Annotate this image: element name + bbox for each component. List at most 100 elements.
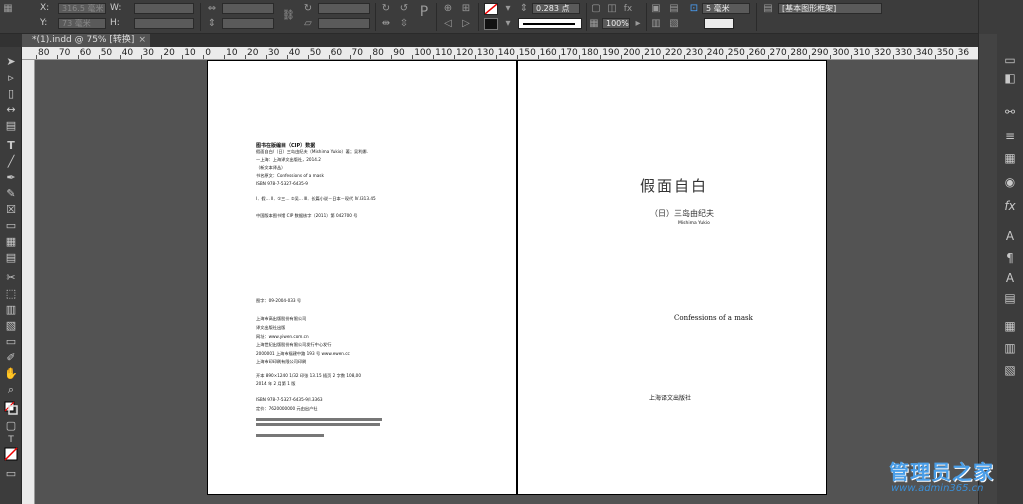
scissors-tool-icon[interactable]: ✂ bbox=[3, 271, 19, 285]
swatches-icon[interactable]: ▦ bbox=[1001, 150, 1019, 166]
rotate-icon[interactable]: ↻ bbox=[302, 3, 314, 15]
ruler-tick bbox=[516, 55, 518, 59]
ruler-tick bbox=[495, 55, 497, 59]
ruler-tick bbox=[913, 55, 915, 59]
vertical-ruler[interactable] bbox=[22, 60, 35, 504]
scale-x-field[interactable] bbox=[222, 3, 274, 14]
formatting-affects-container-icon[interactable]: ▢ bbox=[3, 419, 19, 433]
paragraph-styles-icon[interactable]: ▤ bbox=[1001, 290, 1019, 306]
table-icon[interactable]: ▦ bbox=[1001, 318, 1019, 334]
close-icon[interactable]: × bbox=[138, 34, 146, 47]
opacity-field[interactable]: 100% bbox=[602, 18, 630, 29]
title-en: Confessions of a mask bbox=[674, 314, 753, 322]
screen-mode-icon[interactable]: ▭ bbox=[3, 467, 19, 481]
paragraph-icon[interactable]: ¶ bbox=[1001, 250, 1019, 266]
content-collector-icon[interactable]: ▤ bbox=[3, 119, 19, 133]
ruler-tick bbox=[265, 55, 267, 59]
rectangle-frame-tool-icon[interactable]: ☒ bbox=[3, 203, 19, 217]
ruler-tick bbox=[767, 55, 769, 59]
effects-icon[interactable]: ◫ bbox=[606, 3, 618, 15]
links-icon[interactable]: ⚯ bbox=[1001, 104, 1019, 120]
select-content-icon[interactable]: ⊞ bbox=[460, 3, 472, 15]
select-container-icon[interactable]: ⊕ bbox=[442, 3, 454, 15]
x-field[interactable]: 316.5 毫米 bbox=[58, 3, 106, 14]
text-wrap-box-icon[interactable]: ▤ bbox=[668, 3, 680, 15]
pasteboard[interactable]: 图书在版编目（CIP）数据 假面自白/（日）三岛由纪夫（Mishima Yuki… bbox=[36, 60, 978, 504]
reference-point-icon[interactable]: ▦ bbox=[2, 3, 14, 15]
text-wrap-none-icon[interactable]: ▣ bbox=[650, 3, 662, 15]
formatting-affects-text-icon[interactable]: T bbox=[3, 433, 19, 447]
auto-fit-icon[interactable]: ⊡ bbox=[688, 3, 700, 15]
dropdown-icon[interactable]: ▾ bbox=[502, 3, 514, 15]
direct-selection-tool-icon[interactable]: ▹ bbox=[3, 71, 19, 85]
dropdown-icon[interactable]: ▸ bbox=[632, 18, 644, 30]
gap-tool-icon[interactable]: ↔ bbox=[3, 103, 19, 117]
scale-y-icon[interactable]: ⇕ bbox=[206, 18, 218, 30]
fill-swatch[interactable] bbox=[484, 3, 498, 15]
apply-none-icon[interactable] bbox=[3, 447, 19, 461]
hand-tool-icon[interactable]: ✋ bbox=[3, 367, 19, 381]
free-transform-tool-icon[interactable]: ⬚ bbox=[3, 287, 19, 301]
page-left[interactable]: 图书在版编目（CIP）数据 假面自白/（日）三岛由纪夫（Mishima Yuki… bbox=[207, 60, 517, 495]
layers-icon[interactable]: ◧ bbox=[1001, 70, 1019, 86]
text-wrap-jump-icon[interactable]: ▧ bbox=[668, 18, 680, 30]
ruler-tick-label: 110 bbox=[435, 48, 453, 58]
fill-stroke-icon[interactable] bbox=[3, 401, 19, 415]
stroke-type-select[interactable] bbox=[518, 18, 582, 29]
text-wrap-shape-icon[interactable]: ▥ bbox=[650, 18, 662, 30]
y-field[interactable]: 73 毫米 bbox=[58, 18, 106, 29]
gradient-swatch-tool-icon[interactable]: ▥ bbox=[3, 303, 19, 317]
object-style-select[interactable]: [基本图形框架] bbox=[778, 3, 882, 14]
shear-field[interactable] bbox=[318, 18, 370, 29]
ruler-tick-label: 90 bbox=[393, 48, 405, 58]
page-right[interactable]: 假面自白 （日）三岛由纪夫 Mishima Yukio Confessions … bbox=[517, 60, 827, 495]
stroke-swatch[interactable] bbox=[484, 18, 498, 30]
type-tool-icon[interactable]: T bbox=[3, 139, 19, 153]
w-field[interactable] bbox=[134, 3, 194, 14]
rotate-cw-icon[interactable]: ↻ bbox=[380, 3, 392, 15]
document-tab[interactable]: *(1).indd @ 75% [转换] × bbox=[22, 34, 150, 47]
cell-styles-icon[interactable]: ▥ bbox=[1001, 340, 1019, 356]
panel-collapse-strip[interactable] bbox=[979, 34, 997, 504]
spacing-field[interactable]: 5 毫米 bbox=[702, 3, 750, 14]
character-icon[interactable]: A bbox=[1001, 228, 1019, 244]
color-icon[interactable]: ◉ bbox=[1001, 174, 1019, 190]
scale-y-field[interactable] bbox=[222, 18, 274, 29]
pencil-tool-icon[interactable]: ✎ bbox=[3, 187, 19, 201]
pages-icon[interactable]: ▭ bbox=[1001, 52, 1019, 68]
select-previous-icon[interactable]: ◁ bbox=[442, 18, 454, 30]
rotate-field[interactable] bbox=[318, 3, 370, 14]
dropdown-icon[interactable]: ▾ bbox=[502, 18, 514, 30]
shear-icon[interactable]: ▱ bbox=[302, 18, 314, 30]
rotate-ccw-icon[interactable]: ↺ bbox=[398, 3, 410, 15]
pen-tool-icon[interactable]: ✒ bbox=[3, 171, 19, 185]
publisher-line: 上海市高出版股份有限公司 bbox=[256, 316, 307, 321]
rectangle-tool-icon[interactable]: ▭ bbox=[3, 219, 19, 233]
publisher-name: 上海译文出版社 bbox=[649, 395, 692, 402]
align-select[interactable] bbox=[704, 18, 734, 29]
horizontal-ruler[interactable]: 80 70 60 50 40 30 20 10 0 10 20 30 40 50 60 70 80 90 100 11… bbox=[22, 47, 978, 60]
effects-fx-icon[interactable]: fx bbox=[1001, 198, 1019, 214]
flip-h-icon[interactable]: ⇹ bbox=[380, 18, 392, 30]
gradient-feather-tool-icon[interactable]: ▧ bbox=[3, 319, 19, 333]
constrain-proportions-icon[interactable]: ⛓ bbox=[282, 10, 295, 22]
fx-icon[interactable]: fx bbox=[622, 3, 634, 15]
selection-tool-icon[interactable]: ➤ bbox=[3, 55, 19, 69]
select-next-icon[interactable]: ▷ bbox=[460, 18, 472, 30]
table-styles-icon[interactable]: ▧ bbox=[1001, 362, 1019, 378]
character-styles-icon[interactable]: A bbox=[1001, 270, 1019, 286]
grid-tool-icon[interactable]: ▤ bbox=[3, 251, 19, 265]
page-tool-icon[interactable]: ▯ bbox=[3, 87, 19, 101]
scale-x-icon[interactable]: ⇔ bbox=[206, 3, 218, 15]
table-tool-icon[interactable]: ▦ bbox=[3, 235, 19, 249]
text-path-icon[interactable]: P bbox=[418, 5, 430, 19]
h-field[interactable] bbox=[134, 18, 194, 29]
line-tool-icon[interactable]: ╱ bbox=[3, 155, 19, 169]
drop-shadow-icon[interactable]: ▢ bbox=[590, 3, 602, 15]
stroke-weight-field[interactable]: 0.283 点 bbox=[532, 3, 580, 14]
flip-v-icon[interactable]: ⇳ bbox=[398, 18, 410, 30]
zoom-tool-icon[interactable]: ⌕ bbox=[3, 383, 19, 397]
stroke-icon[interactable]: ≡ bbox=[1001, 128, 1019, 144]
eyedropper-tool-icon[interactable]: ✐ bbox=[3, 351, 19, 365]
note-tool-icon[interactable]: ▭ bbox=[3, 335, 19, 349]
